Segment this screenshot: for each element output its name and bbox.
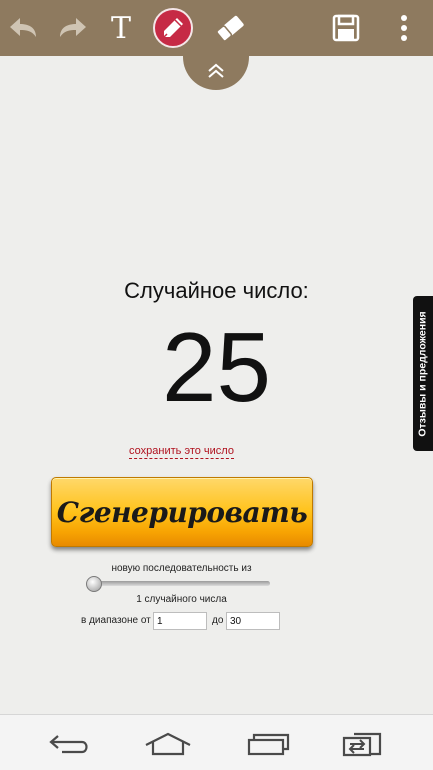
- text-tool-button[interactable]: T: [101, 8, 141, 48]
- range-from-input[interactable]: [153, 612, 207, 630]
- eraser-icon: [216, 15, 244, 42]
- switch-window-icon: [342, 732, 382, 757]
- count-label: 1 случайного числа: [136, 594, 227, 605]
- eraser-button[interactable]: [210, 8, 250, 48]
- switch-window-button[interactable]: [338, 727, 386, 761]
- home-button[interactable]: [144, 727, 192, 761]
- page-title: Случайное число:: [124, 278, 309, 303]
- feedback-tab[interactable]: Отзывы и предложения: [413, 296, 433, 451]
- more-options-button[interactable]: [384, 8, 424, 48]
- range-to-label: до: [212, 615, 224, 626]
- undo-icon: [10, 18, 36, 37]
- more-options-icon: [401, 15, 407, 41]
- random-number: 25: [161, 312, 271, 422]
- pen-tool-icon: [163, 18, 183, 38]
- system-navbar: [0, 714, 433, 770]
- home-icon: [145, 732, 191, 756]
- range-to-input[interactable]: [226, 612, 280, 630]
- sequence-label: новую последовательность из: [111, 563, 252, 574]
- redo-icon: [60, 18, 86, 37]
- count-slider-thumb[interactable]: [86, 576, 102, 592]
- back-button[interactable]: [46, 727, 94, 761]
- pen-tool-button[interactable]: [153, 8, 193, 48]
- range-from-label: в диапазоне от: [81, 615, 151, 626]
- undo-button[interactable]: [4, 8, 44, 48]
- back-icon: [49, 735, 88, 754]
- feedback-tab-label: Отзывы и предложения: [417, 310, 429, 437]
- chevron-up-icon: [208, 63, 224, 78]
- top-toolbar: T: [0, 0, 433, 56]
- count-slider-track[interactable]: [91, 581, 270, 586]
- generate-button[interactable]: Сгенерировать: [51, 477, 313, 547]
- recent-apps-icon: [247, 733, 290, 756]
- recent-apps-button[interactable]: [244, 727, 292, 761]
- save-number-link[interactable]: сохранить это число: [0, 445, 363, 459]
- save-button[interactable]: [326, 8, 366, 48]
- text-tool-icon: T: [110, 10, 131, 46]
- generate-button-label: Сгенерировать: [56, 495, 308, 529]
- save-number-link-label: сохранить это число: [129, 445, 234, 459]
- redo-button[interactable]: [52, 8, 92, 48]
- save-icon: [332, 14, 360, 42]
- range-row: в диапазоне от до: [0, 612, 433, 632]
